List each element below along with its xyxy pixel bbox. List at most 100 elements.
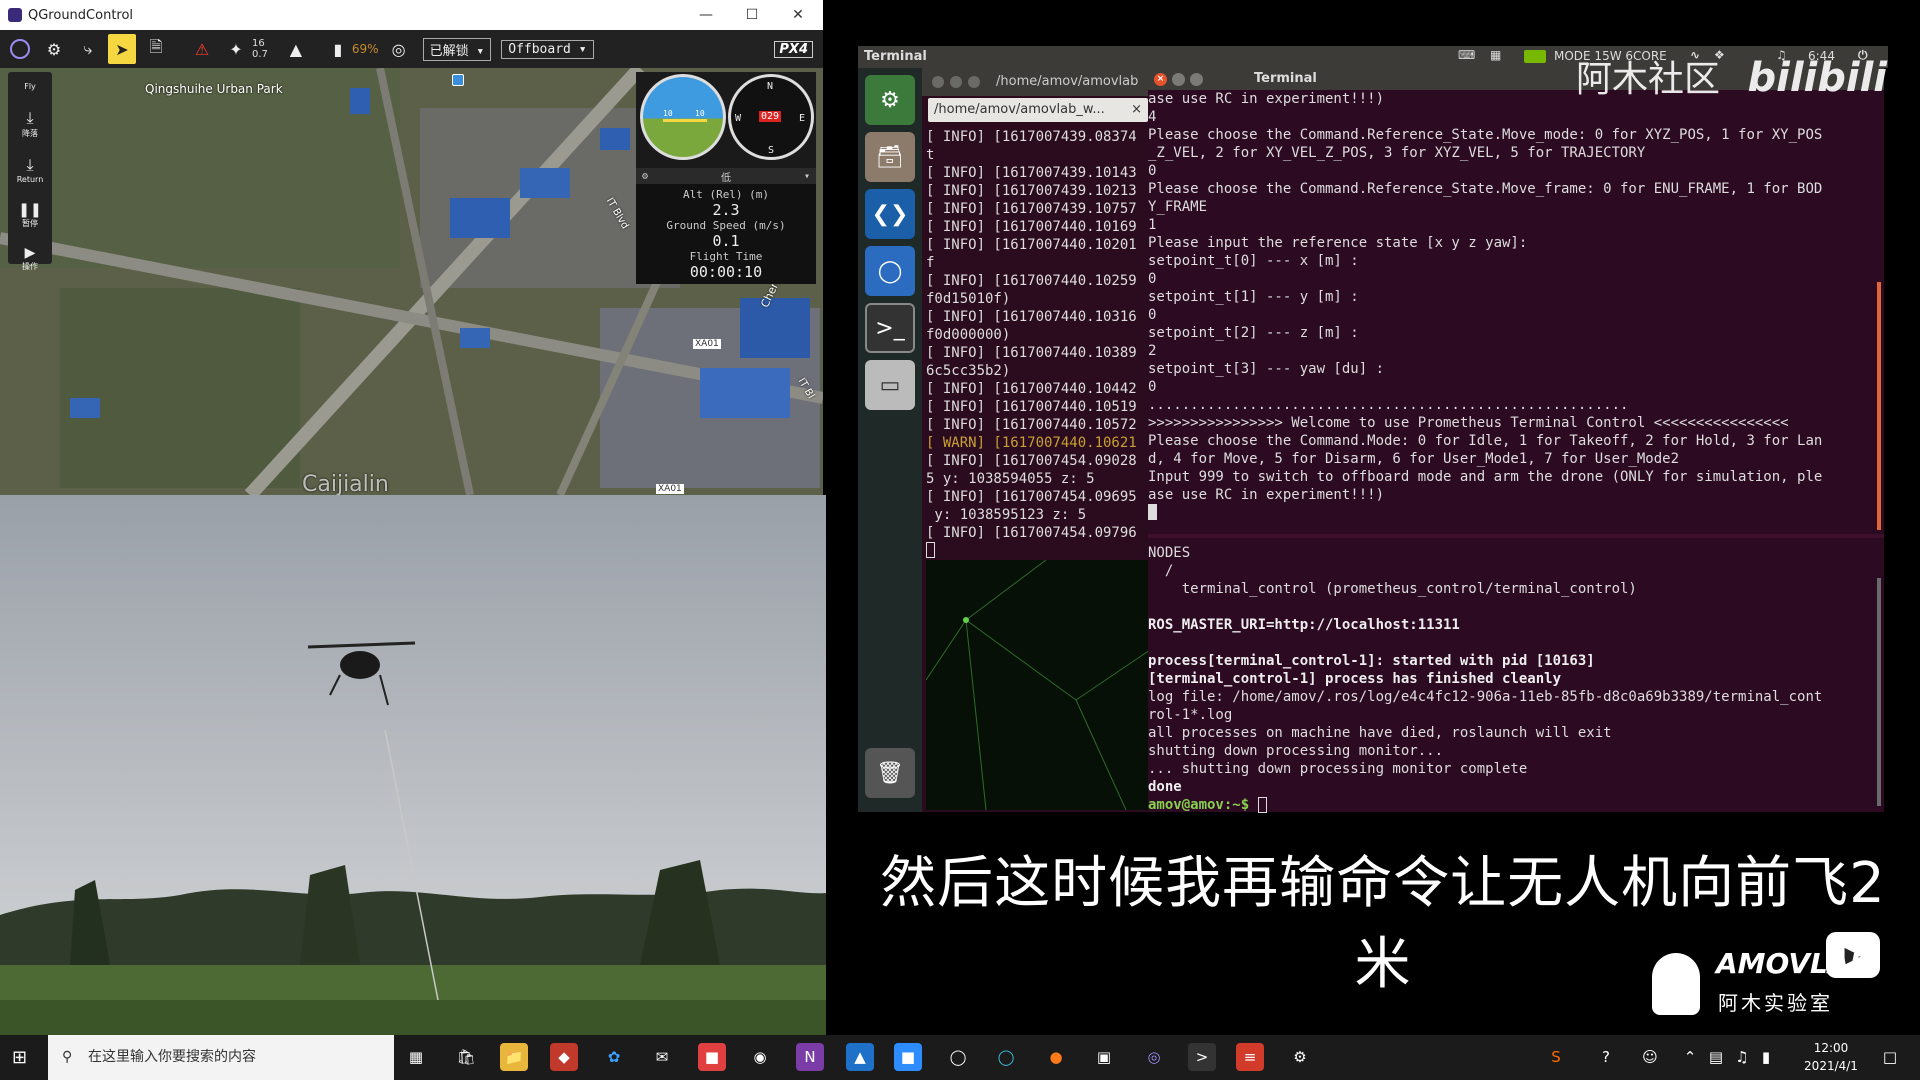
app-active-icon[interactable]: ≡ — [1236, 1043, 1264, 1071]
background-terminal-window[interactable]: /home/amov/amovlab /home/amov/amovlab_w.… — [922, 68, 1150, 812]
fg-terminal-line — [1148, 634, 1870, 652]
terminal-taskbar-icon[interactable]: > — [1188, 1043, 1216, 1071]
qgc-taskbar-icon[interactable]: ◎ — [1140, 1043, 1168, 1071]
notification-icon[interactable]: □ — [1876, 1043, 1904, 1071]
battery-icon[interactable]: ▮ — [324, 34, 352, 64]
task-view-icon[interactable]: ▦ — [402, 1043, 430, 1071]
bg-terminal-titlebar: /home/amov/amovlab — [922, 68, 1150, 96]
chevron-down-icon[interactable]: ▾ — [804, 171, 810, 182]
app-misc-icon[interactable]: ◯ — [944, 1043, 972, 1071]
firefox-icon[interactable]: ● — [1042, 1043, 1070, 1071]
qgc-logo-button[interactable] — [6, 34, 34, 64]
vehicle-marker-icon[interactable] — [452, 74, 464, 86]
fg-terminal-line: Please choose the Command.Reference_Stat… — [1148, 181, 1823, 197]
keyboard-icon[interactable]: ⌨ — [1458, 48, 1475, 62]
flight-mode-dropdown[interactable]: Offboard ▾ — [501, 39, 594, 59]
mail-icon[interactable]: ✉ — [648, 1043, 676, 1071]
instrument-selector[interactable]: ⚙ 低 ▾ — [636, 168, 816, 184]
launcher-chromium-icon[interactable]: ◯ — [865, 246, 915, 296]
close-button[interactable]: ✕ — [776, 0, 820, 30]
fg-maximize-icon[interactable] — [1190, 73, 1203, 86]
settings-icon[interactable]: ⚙ — [1286, 1043, 1314, 1071]
satellite-count: 16 — [252, 38, 265, 49]
people-icon[interactable]: ☺ — [1636, 1043, 1664, 1071]
maximize-button[interactable]: ☐ — [730, 0, 774, 30]
plan-route-icon[interactable]: ⤷ — [74, 34, 102, 64]
gps-target-icon[interactable]: ◎ — [385, 34, 413, 64]
fly-tool-action[interactable]: ▶ 操作 — [8, 238, 52, 278]
bg-terminal-line: 6c5cc35b2) — [926, 363, 1011, 379]
settings-gears-icon[interactable]: ⚙ — [40, 34, 68, 64]
fg-terminal-line — [1148, 598, 1870, 616]
fly-tool-pause[interactable]: ❚❚ 暂停 — [8, 192, 52, 238]
fly-tool-return[interactable]: ⤓ Return — [8, 146, 52, 192]
fg-terminal-line: >>>>>>>>>>>>>>>> Welcome to use Promethe… — [1148, 415, 1789, 431]
scrollbar-upper[interactable] — [1877, 282, 1881, 530]
fg-terminal-line: d, 4 for Move, 5 for Disarm, 6 for User_… — [1148, 451, 1680, 467]
launcher-drive-icon[interactable]: ▭ — [865, 360, 915, 410]
fg-terminal-line: shutting down processing monitor... — [1148, 743, 1444, 759]
bg-minimize-icon[interactable] — [950, 76, 962, 88]
bg-maximize-icon[interactable] — [968, 76, 980, 88]
drone-video-frame — [0, 495, 826, 1035]
instrument-values: ⚙ 低 ▾ Alt (Rel) (m) 2.3 Ground Speed (m/… — [636, 168, 816, 284]
start-button[interactable]: ⊞ — [12, 1047, 27, 1068]
taskbar-clock[interactable]: 12:00 2021/4/1 — [1786, 1039, 1876, 1075]
gps-satellite-icon[interactable]: ✦ — [222, 34, 250, 64]
fg-terminal-lower-pane[interactable]: NODES / terminal_control (prometheus_con… — [1148, 544, 1870, 884]
fly-view-icon[interactable]: ➤ — [108, 34, 136, 64]
gear-icon[interactable]: ⚙ — [642, 171, 648, 182]
scrollbar-lower[interactable] — [1877, 578, 1881, 806]
bg-terminal-line: [ INFO] [1617007439.10213 — [926, 183, 1137, 199]
camera-icon[interactable]: ◉ — [746, 1043, 774, 1071]
pane-divider — [1148, 534, 1884, 538]
help-icon[interactable]: ? — [1592, 1043, 1620, 1071]
warning-icon[interactable]: ⚠ — [188, 34, 216, 64]
wallpaper-art — [926, 560, 1150, 810]
fg-close-icon[interactable]: × — [1154, 73, 1167, 86]
tray-chevron-icon[interactable]: ⌃ — [1676, 1043, 1704, 1071]
zoom-icon[interactable]: ■ — [894, 1043, 922, 1071]
tray-app-icon[interactable]: S — [1542, 1043, 1570, 1071]
fg-terminal-line: setpoint_t[1] --- y [m] : — [1148, 289, 1359, 305]
edge-icon[interactable]: ◯ — [992, 1043, 1020, 1071]
fg-minimize-icon[interactable] — [1172, 73, 1185, 86]
launcher-files-icon[interactable]: 🗃 — [865, 132, 915, 182]
launcher-ubuntu-icon[interactable]: ⚙ — [865, 75, 915, 125]
fly-tool-land[interactable]: ⤓ 降落 — [8, 100, 52, 146]
tray-network-icon[interactable]: ▤ — [1702, 1043, 1730, 1071]
speed-label: Ground Speed (m/s) — [666, 219, 786, 232]
arm-state-dropdown[interactable]: 已解锁 ▾ — [422, 37, 492, 61]
fg-terminal-line: 0 — [1148, 379, 1157, 395]
compass-e: E — [799, 113, 806, 124]
bg-close-icon[interactable] — [932, 76, 944, 88]
analyze-icon[interactable]: 🗎 — [142, 34, 170, 64]
rc-signal-icon[interactable]: ▲ — [282, 34, 310, 64]
tab-close-icon[interactable]: × — [1131, 98, 1142, 122]
minimize-button[interactable]: — — [684, 0, 728, 30]
arm-state-label: 已解锁 — [429, 43, 469, 59]
onenote-icon[interactable]: N — [796, 1043, 824, 1071]
indicator-icon[interactable]: ▦ — [1490, 48, 1501, 62]
taskbar-search-box[interactable]: ⚲ 在这里输入你要搜索的内容 — [48, 1035, 394, 1080]
bg-terminal-tab[interactable]: /home/amov/amovlab_w... × — [928, 98, 1148, 122]
launcher-vscode-icon[interactable]: ❮❯ — [865, 189, 915, 239]
bg-terminal-line: [ INFO] [1617007440.10389 — [926, 345, 1137, 361]
app-red-icon[interactable]: ◆ — [550, 1043, 578, 1071]
remote-icon[interactable]: ▣ — [1090, 1043, 1118, 1071]
fg-terminal-upper-pane[interactable]: ase use RC in experiment!!!) 4 Please choo… — [1148, 90, 1870, 532]
launcher-trash-icon[interactable]: 🗑 — [865, 748, 915, 798]
nvidia-icon[interactable] — [1524, 50, 1546, 63]
shell-prompt-line[interactable]: amov@amov:~$ — [1148, 796, 1870, 814]
fg-terminal-line: Please choose the Command.Mode: 0 for Id… — [1148, 433, 1823, 449]
foreground-terminal-window[interactable]: × Terminal ase use RC in experiment!!!) 4… — [1148, 68, 1884, 813]
app-blue-bolt-icon[interactable]: ✿ — [600, 1043, 628, 1071]
fly-tool-fly[interactable]: Fly — [8, 72, 52, 100]
compass-indicator: N E S W 029 — [728, 74, 814, 160]
explorer-icon[interactable]: 📁 — [500, 1043, 528, 1071]
app-red-2-icon[interactable]: ■ — [698, 1043, 726, 1071]
tray-battery-icon[interactable]: ▮ — [1752, 1043, 1780, 1071]
photos-icon[interactable]: ▲ — [846, 1043, 874, 1071]
launcher-terminal-icon[interactable]: >_ — [865, 303, 915, 353]
store-icon[interactable]: 🛍 — [452, 1043, 480, 1071]
